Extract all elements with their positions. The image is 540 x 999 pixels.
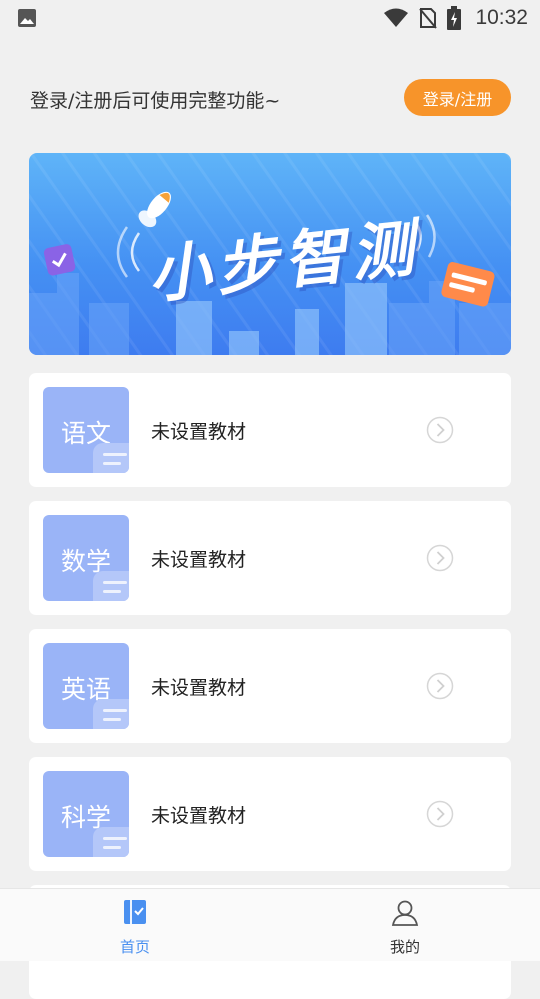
clock: 10:32 (475, 6, 528, 29)
subject-card-english[interactable]: 英语 未设置教材 (29, 629, 511, 743)
bottom-tab-bar: 首页 我的 (0, 888, 540, 961)
subject-card-math[interactable]: 数学 未设置教材 (29, 501, 511, 615)
textbook-status: 未设置教材 (151, 805, 247, 827)
chevron-right-icon[interactable] (426, 544, 454, 572)
user-profile-icon (391, 900, 419, 926)
login-register-button[interactable]: 登录/注册 (404, 79, 511, 116)
battery-charging-icon (447, 6, 462, 30)
subject-icon: 科学 (43, 771, 129, 857)
status-bar: 10:32 (0, 0, 540, 36)
tab-profile[interactable]: 我的 (270, 889, 540, 961)
page-decoration (93, 827, 129, 857)
subject-card-science[interactable]: 科学 未设置教材 (29, 757, 511, 871)
textbook-status: 未设置教材 (151, 549, 247, 571)
wifi-icon (384, 8, 409, 27)
tab-label: 首页 (119, 938, 150, 956)
tab-label: 我的 (389, 938, 420, 956)
page-decoration (93, 443, 129, 473)
page-decoration (93, 571, 129, 601)
promo-banner[interactable]: 小步智测 (29, 153, 511, 355)
textbook-status: 未设置教材 (151, 677, 247, 699)
subject-icon: 数学 (43, 515, 129, 601)
no-sim-icon (419, 8, 438, 29)
subject-icon: 英语 (43, 643, 129, 729)
login-prompt: 登录/注册后可使用完整功能~ (30, 90, 281, 112)
subject-card-chinese[interactable]: 语文 未设置教材 (29, 373, 511, 487)
chevron-right-icon[interactable] (426, 800, 454, 828)
chevron-right-icon[interactable] (426, 672, 454, 700)
textbook-status: 未设置教材 (151, 421, 247, 443)
tab-home[interactable]: 首页 (0, 889, 270, 961)
home-book-icon (124, 900, 146, 924)
chevron-right-icon[interactable] (426, 416, 454, 444)
subject-icon: 语文 (43, 387, 129, 473)
image-notification-icon (18, 9, 36, 27)
page-decoration (93, 699, 129, 729)
